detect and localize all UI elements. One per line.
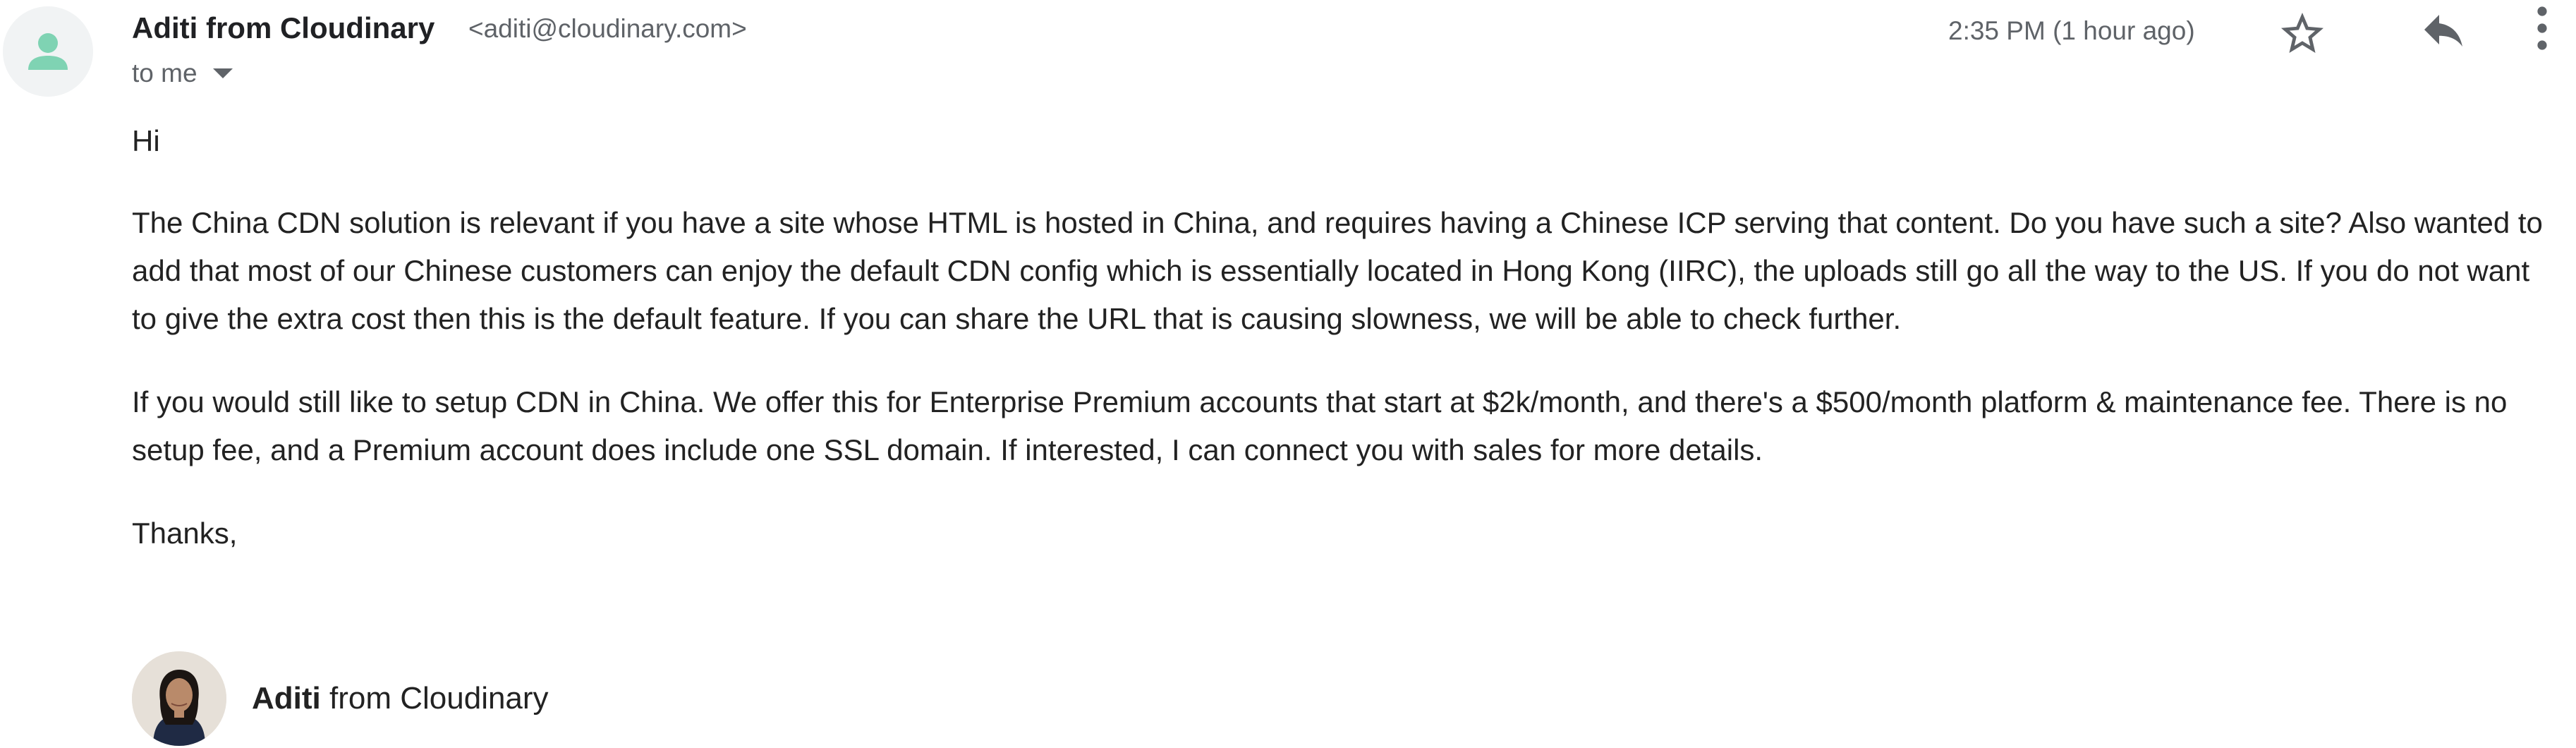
chevron-down-icon bbox=[212, 68, 233, 78]
email-paragraph: If you would still like to setup CDN in … bbox=[132, 385, 2508, 466]
signature-company: from Cloudinary bbox=[329, 681, 549, 716]
message-timestamp: 2:35 PM (1 hour ago) bbox=[1948, 16, 2195, 45]
email-signature: Aditi from Cloudinary bbox=[132, 651, 549, 747]
email-paragraph: The China CDN solution is relevant if yo… bbox=[132, 206, 2543, 335]
person-photo-icon bbox=[132, 651, 226, 746]
more-options-button[interactable] bbox=[2525, 3, 2559, 54]
sender-name[interactable]: Aditi from Cloudinary bbox=[132, 10, 435, 47]
signature-photo bbox=[132, 651, 226, 746]
email-closing: Thanks, bbox=[132, 517, 238, 550]
email-greeting: Hi bbox=[132, 124, 160, 157]
recipient-details-toggle[interactable]: to me bbox=[132, 56, 233, 90]
signature-name: Aditi from Cloudinary bbox=[252, 681, 549, 716]
reply-button[interactable] bbox=[2418, 4, 2469, 55]
signature-first-name: Aditi bbox=[252, 681, 321, 716]
sender-avatar[interactable] bbox=[3, 6, 93, 97]
sender-email: <aditi@cloudinary.com> bbox=[468, 14, 747, 43]
reply-icon bbox=[2424, 15, 2462, 47]
person-icon bbox=[3, 6, 93, 97]
star-button[interactable] bbox=[2277, 8, 2328, 59]
more-vert-icon bbox=[2537, 6, 2547, 50]
star-outline-icon bbox=[2281, 13, 2323, 53]
recipient-label: to me bbox=[132, 59, 198, 88]
